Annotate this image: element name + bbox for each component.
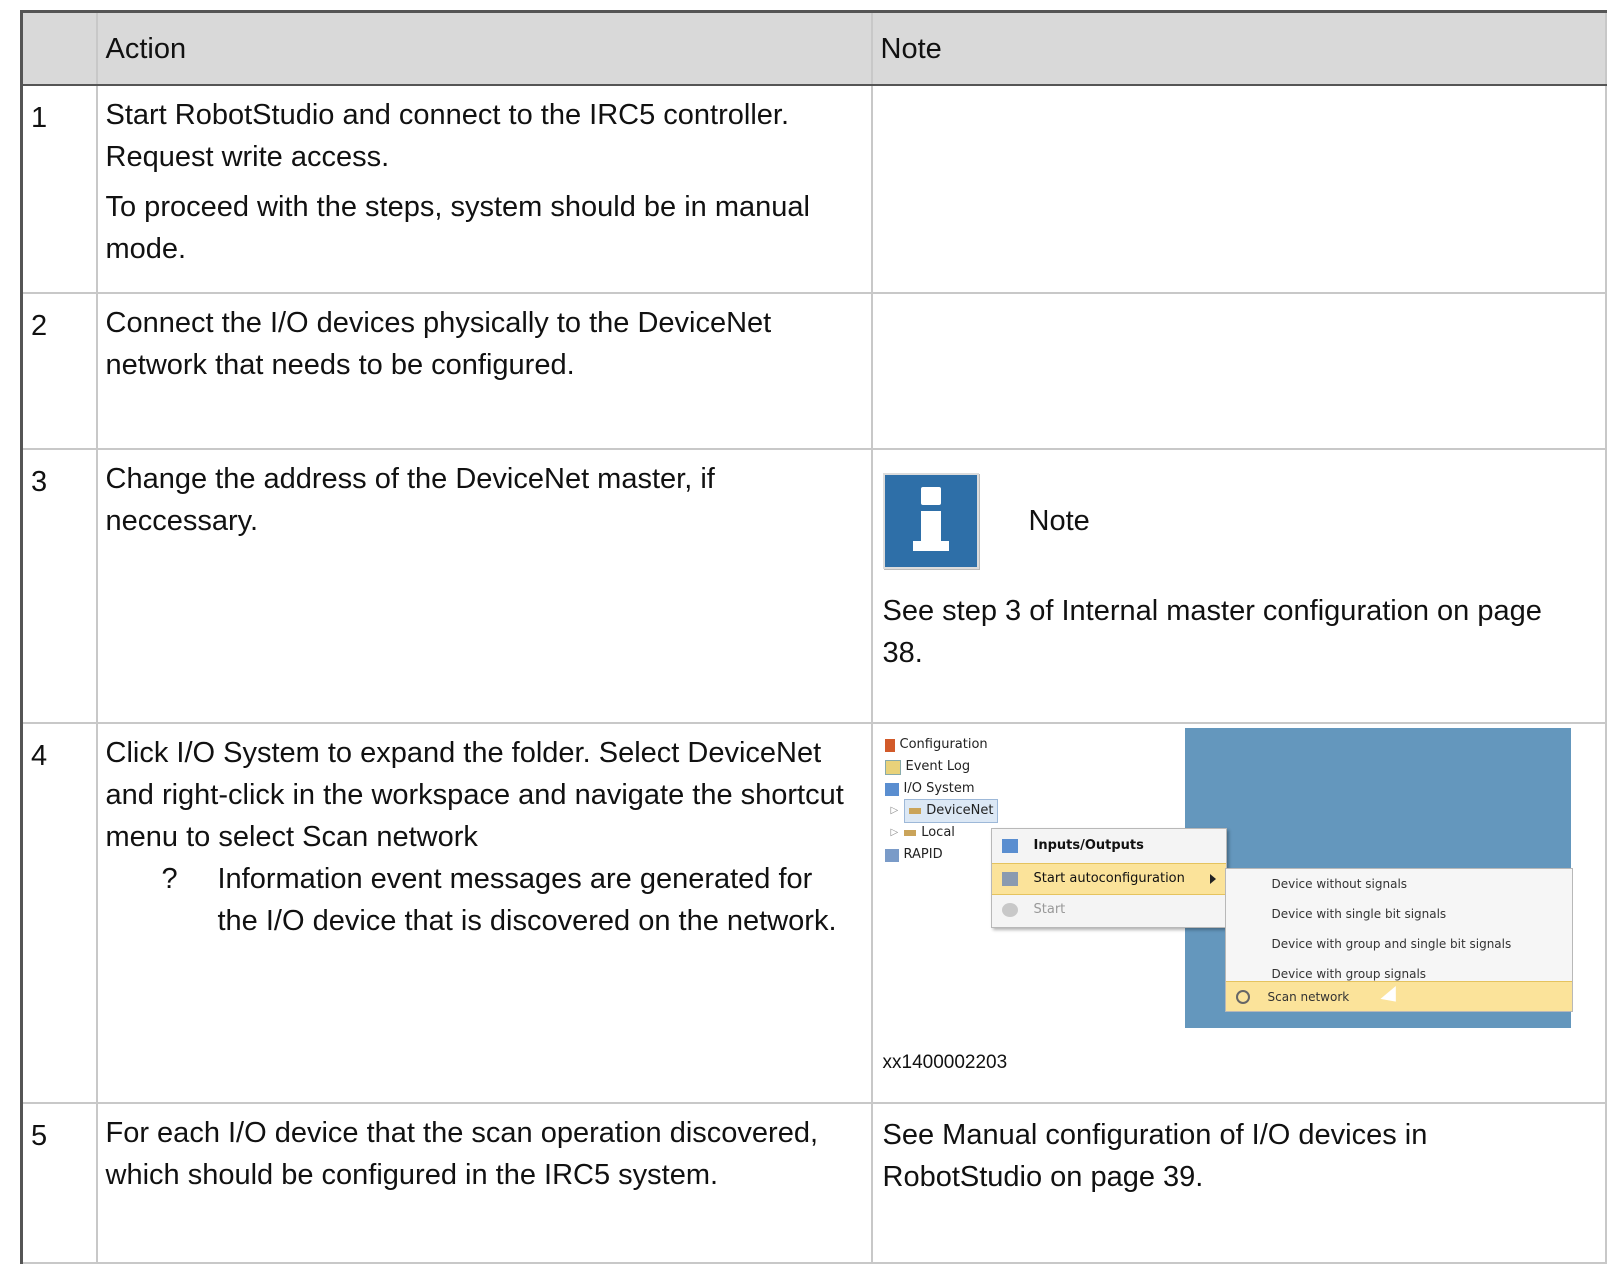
step-number: 4 — [31, 740, 48, 772]
table-row: 1 Start RobotStudio and connect to the I… — [20, 84, 1607, 294]
header-action: Action — [95, 10, 873, 86]
step-action: Start RobotStudio and connect to the IRC… — [98, 86, 871, 270]
tree-item: I/O System — [884, 778, 999, 800]
tree-item: ▷ DeviceNet — [885, 799, 999, 823]
step-action: Connect the I/O devices physically to th… — [98, 294, 871, 386]
table-row: 4 Click I/O System to expand the folder.… — [20, 722, 1607, 1104]
bullet-text: Information event messages are generated… — [217, 863, 837, 937]
action-text: To proceed with the steps, system should… — [105, 191, 810, 265]
step-note: Note See step 3 of Internal master confi… — [873, 450, 1606, 674]
autoconfig-icon — [1001, 872, 1018, 886]
menu-item-inputs-outputs[interactable]: Inputs/Outputs — [992, 831, 1226, 861]
note-heading: Note — [882, 466, 1596, 576]
context-menu: Inputs/Outputs Start autoconfiguration S… — [990, 828, 1227, 928]
step-action: For each I/O device that the scan operat… — [98, 1104, 871, 1196]
step-number: 1 — [31, 102, 48, 134]
step-action: Click I/O System to expand the folder. S… — [98, 724, 871, 942]
bullet-mark: ? — [161, 863, 178, 895]
step-note — [873, 86, 1606, 96]
step-number: 3 — [31, 466, 48, 498]
table-row: 3 Change the address of the DeviceNet ma… — [20, 448, 1607, 724]
header-num — [20, 10, 98, 86]
header-note: Note — [870, 10, 1607, 86]
start-icon — [1001, 903, 1018, 917]
tree-item: Event Log — [884, 756, 999, 778]
io-system-icon — [884, 782, 899, 796]
tree-item: ▷ Local — [890, 825, 955, 840]
network-icon — [904, 830, 917, 836]
table-header-row: Action Note — [20, 10, 1607, 86]
controller-tree: Configuration Event Log I/O System ▷ Devi… — [884, 734, 999, 866]
note-heading-text: Note — [1028, 505, 1090, 537]
io-icon — [1001, 839, 1018, 853]
step-number: 5 — [31, 1120, 48, 1152]
action-text: Connect the I/O devices physically to th… — [105, 307, 772, 381]
magnifier-icon — [1235, 989, 1250, 1004]
table-row: 5 For each I/O device that the scan oper… — [20, 1102, 1607, 1264]
figure-id: xx1400002203 — [882, 1052, 1008, 1073]
network-icon — [909, 808, 922, 814]
procedure-table: Action Note 1 Start RobotStudio and conn… — [20, 10, 1607, 1264]
step-note: Configuration Event Log I/O System ▷ Devi… — [873, 724, 1606, 1084]
note-text: See step 3 of Internal master configurat… — [882, 595, 1542, 669]
action-text: For each I/O device that the scan operat… — [105, 1117, 819, 1191]
robotstudio-screenshot: Configuration Event Log I/O System ▷ Devi… — [881, 728, 1573, 1028]
autoconfiguration-submenu: Device without signals Device with singl… — [1224, 868, 1573, 1012]
menu-item-start[interactable]: Start — [992, 895, 1226, 925]
tree-item: RAPID — [884, 844, 999, 866]
bullet-item: ? Information event messages are generat… — [106, 858, 857, 942]
info-icon — [882, 473, 979, 569]
submenu-arrow-icon — [1209, 874, 1216, 884]
menu-item-start-autoconfiguration[interactable]: Start autoconfiguration — [991, 863, 1226, 895]
action-text: Change the address of the DeviceNet mast… — [105, 463, 715, 537]
step-note — [873, 294, 1606, 304]
event-log-icon — [884, 759, 901, 775]
step-number: 2 — [31, 310, 48, 342]
configuration-icon — [884, 738, 895, 752]
step-note: See Manual configuration of I/O devices … — [882, 1119, 1428, 1193]
action-text: Click I/O System to expand the folder. S… — [105, 737, 844, 853]
step-action: Change the address of the DeviceNet mast… — [98, 450, 871, 542]
rapid-icon — [884, 848, 899, 862]
table-row: 2 Connect the I/O devices physically to … — [20, 292, 1607, 450]
action-text: Start RobotStudio and connect to the IRC… — [105, 99, 790, 173]
tree-item: Configuration — [884, 734, 999, 756]
